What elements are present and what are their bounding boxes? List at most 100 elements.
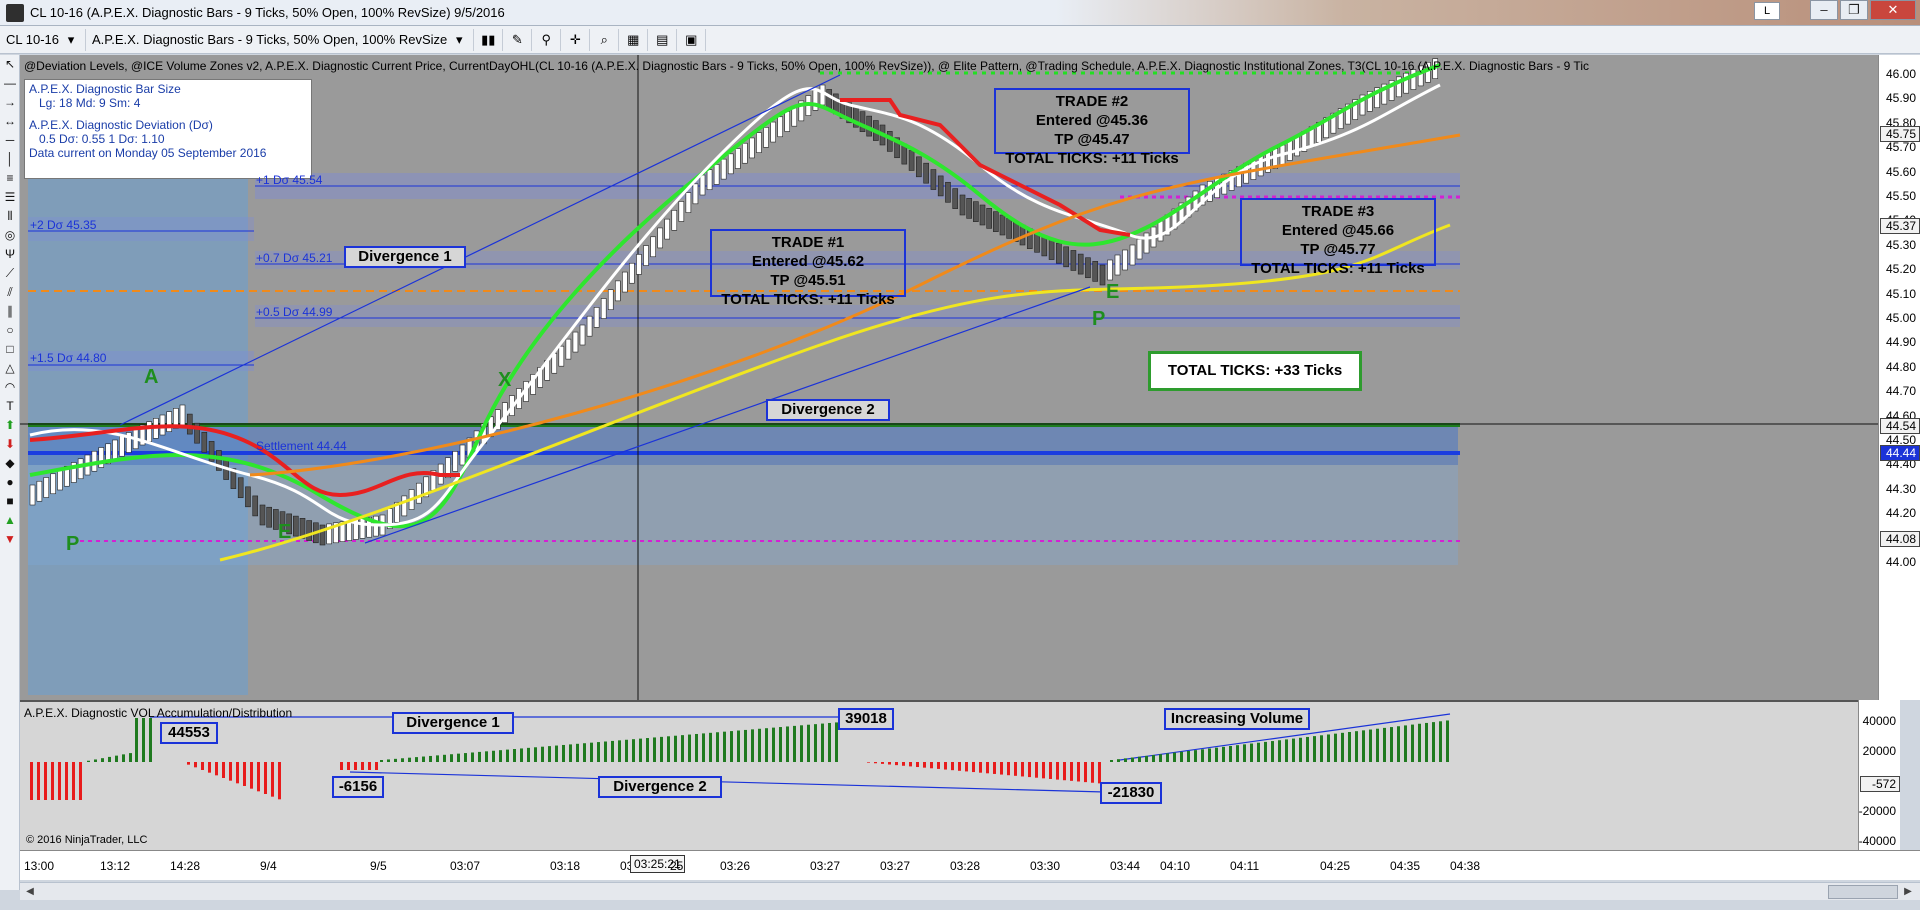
volume-bar — [1390, 727, 1393, 762]
ellipse-tool-icon[interactable]: ○ — [0, 321, 20, 340]
zoom-button[interactable]: ⌕ — [590, 28, 620, 51]
properties-button[interactable]: ▦ — [619, 28, 649, 51]
triangle-down-tool-icon[interactable]: ▼ — [0, 530, 20, 549]
line-tool-icon[interactable]: — — [0, 74, 20, 93]
volume-bar — [1334, 733, 1337, 762]
volume-bar — [1418, 723, 1421, 762]
arrow-down-tool-icon[interactable]: ⬇ — [0, 435, 20, 454]
ray-tool-icon[interactable]: → — [0, 93, 20, 112]
square-tool-icon[interactable]: ■ — [0, 492, 20, 511]
horizontal-line-icon[interactable]: ─ — [0, 131, 20, 150]
volume-bar — [527, 747, 530, 762]
price-bar — [237, 477, 244, 499]
time-axis-label: 13:12 — [100, 859, 131, 873]
triangle-up-tool-icon[interactable]: ▲ — [0, 511, 20, 530]
vol-increasing-tag: Increasing Volume — [1164, 708, 1310, 730]
diamond-tool-icon[interactable]: ◆ — [0, 454, 20, 473]
regression-channel-icon[interactable]: ⫽ — [0, 283, 20, 302]
indicators-button[interactable]: ⚲ — [532, 28, 562, 51]
price-bar — [459, 444, 466, 466]
arrow-tool-icon[interactable]: ↖ — [0, 55, 20, 74]
dot-tool-icon[interactable]: ● — [0, 473, 20, 492]
crosshair-button[interactable]: ✛ — [561, 28, 591, 51]
window-title: CL 10-16 (A.P.E.X. Diagnostic Bars - 9 T… — [30, 5, 505, 20]
volume-bar — [874, 762, 877, 764]
bar-type-selector[interactable]: A.P.E.X. Diagnostic Bars - 9 Ticks, 50% … — [86, 28, 475, 51]
price-bar — [1099, 264, 1106, 286]
volume-bar — [464, 753, 467, 762]
vol-axis-label: -40000 — [1858, 834, 1896, 848]
bar-type-label: A.P.E.X. Diagnostic Bars - 9 Ticks, 50% … — [92, 32, 448, 47]
chevron-down-icon: ▾ — [456, 31, 463, 47]
arc-tool-icon[interactable]: ◠ — [0, 378, 20, 397]
price-bar — [973, 201, 979, 222]
volume-bar — [881, 762, 884, 764]
callout-line: Entered @45.66 — [1281, 222, 1395, 239]
volume-bar — [520, 748, 523, 762]
time-axis-label: 04:10 — [1160, 859, 1191, 873]
volume-bar — [916, 762, 919, 768]
layout-button[interactable]: L — [1754, 2, 1780, 20]
gann-fan-icon[interactable]: ⟋ — [0, 264, 20, 283]
drawing-tool-button[interactable]: ✎ — [503, 28, 533, 51]
scroll-right-icon[interactable]: ▶ — [1900, 885, 1916, 899]
restore-button[interactable]: ❐ — [1840, 0, 1868, 20]
level-label-p05: +0.5 Dσ 44.99 — [256, 305, 333, 319]
price-bar — [166, 411, 172, 432]
scroll-thumb[interactable] — [1828, 885, 1898, 899]
screenshot-button[interactable]: ▣ — [677, 28, 707, 51]
volume-bar — [618, 740, 621, 762]
volume-bar — [101, 758, 104, 762]
instrument-selector[interactable]: CL 10-16 ▾ — [0, 28, 86, 51]
fib-retracement-icon[interactable]: ≡ — [0, 169, 20, 188]
volume-axis[interactable]: 40000 20000 -572 -20000 -40000 — [1858, 700, 1900, 850]
volume-bar — [499, 750, 502, 762]
volume-bar — [758, 728, 761, 762]
fib-circle-icon[interactable]: ◎ — [0, 226, 20, 245]
close-button[interactable]: ✕ — [1870, 0, 1916, 20]
volume-bar — [1439, 721, 1442, 762]
extended-line-icon[interactable]: ↔ — [0, 112, 20, 131]
volume-bar — [415, 757, 418, 762]
scroll-left-icon[interactable]: ◀ — [22, 885, 38, 899]
volume-bar — [194, 762, 197, 768]
price-bar — [29, 484, 36, 506]
volume-bar — [471, 752, 474, 762]
volume-bar — [716, 732, 719, 762]
chart-style-button[interactable]: ▮▮ — [474, 28, 504, 51]
volume-bar — [1383, 727, 1386, 762]
chart-scrollbar[interactable]: ◀ ▶ — [20, 882, 1920, 900]
time-axis[interactable]: 13:0013:1214:289/49/503:0703:1803:2303:2… — [20, 850, 1920, 880]
volume-bar — [1446, 720, 1449, 762]
price-bar — [252, 495, 259, 517]
rectangle-tool-icon[interactable]: □ — [0, 340, 20, 359]
price-bar — [306, 520, 312, 541]
volume-bar — [639, 738, 642, 762]
text-tool-icon[interactable]: T — [0, 397, 20, 416]
price-chart-panel[interactable]: @Deviation Levels, @ICE Volume Zones v2,… — [20, 55, 1878, 700]
volume-bar — [744, 729, 747, 762]
vol-axis-label: 40000 — [1862, 714, 1896, 728]
price-bar — [266, 506, 272, 528]
data-box-button[interactable]: ▤ — [648, 28, 678, 51]
volume-bar — [1236, 745, 1239, 762]
price-bar — [401, 495, 408, 517]
minimize-button[interactable]: – — [1810, 0, 1838, 20]
volume-bar — [583, 743, 586, 762]
triangle-tool-icon[interactable]: △ — [0, 359, 20, 378]
volume-pane[interactable]: A.P.E.X. Diagnostic VOL Accumulation/Dis… — [20, 700, 1878, 850]
price-axis-label: 45.10 — [1885, 286, 1916, 301]
price-bar — [1107, 259, 1113, 281]
fib-extension-icon[interactable]: ☰ — [0, 188, 20, 207]
pitchfork-icon[interactable]: Ψ — [0, 245, 20, 264]
fib-time-icon[interactable]: ⦀ — [0, 207, 20, 226]
arrow-up-tool-icon[interactable]: ⬆ — [0, 416, 20, 435]
price-axis[interactable]: 46.0045.9045.8045.7045.6045.5045.4045.30… — [1878, 55, 1920, 700]
time-axis-label: 9/5 — [370, 859, 387, 873]
zoom-icon: ⌕ — [600, 31, 608, 47]
volume-bar — [681, 735, 684, 762]
price-bar — [1048, 239, 1055, 260]
trend-channel-icon[interactable]: ∥ — [0, 302, 20, 321]
price-bar — [572, 331, 579, 353]
vertical-line-icon[interactable]: │ — [0, 150, 20, 169]
